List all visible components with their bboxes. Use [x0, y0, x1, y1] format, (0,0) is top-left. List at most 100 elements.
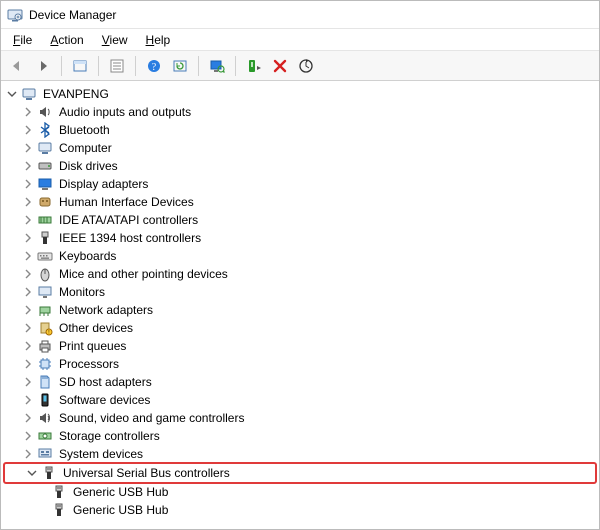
expander-icon[interactable]: [21, 159, 35, 173]
sd-icon: [37, 374, 53, 390]
tree-category-label: Sound, video and game controllers: [57, 409, 246, 427]
tree-category-label: IEEE 1394 host controllers: [57, 229, 203, 247]
expander-icon[interactable]: [21, 105, 35, 119]
tree-category-row[interactable]: Storage controllers: [3, 427, 597, 445]
menu-help[interactable]: Help: [138, 31, 179, 49]
expander-icon[interactable]: [21, 429, 35, 443]
expander-icon[interactable]: [21, 339, 35, 353]
tree-category: SD host adapters: [3, 373, 597, 391]
expander-icon[interactable]: [21, 195, 35, 209]
tree-category-label: SD host adapters: [57, 373, 154, 391]
tree-category-row[interactable]: Network adapters: [3, 301, 597, 319]
add-legacy-button[interactable]: [242, 54, 266, 78]
tree-category: Storage controllers: [3, 427, 597, 445]
menu-action-rest: ction: [58, 33, 83, 47]
expander-icon[interactable]: [21, 141, 35, 155]
expander-icon[interactable]: [21, 123, 35, 137]
update-driver-button[interactable]: [294, 54, 318, 78]
window-title: Device Manager: [29, 8, 116, 22]
tree-category-row[interactable]: Universal Serial Bus controllers: [7, 464, 593, 482]
properties-button[interactable]: [105, 54, 129, 78]
tree-category-row[interactable]: Software devices: [3, 391, 597, 409]
usb-icon: [51, 502, 67, 518]
svg-text:?: ?: [152, 62, 157, 73]
tree-category-label: Processors: [57, 355, 121, 373]
tree-category: IEEE 1394 host controllers: [3, 229, 597, 247]
tree-category: Audio inputs and outputs: [3, 103, 597, 121]
printer-icon: [37, 338, 53, 354]
menu-view[interactable]: View: [94, 31, 136, 49]
tree-category-label: Universal Serial Bus controllers: [61, 464, 232, 482]
hid-icon: [37, 194, 53, 210]
tree-category-label: Computer: [57, 139, 114, 157]
tree-device-label: Generic USB Hub: [71, 483, 170, 501]
tree-category-label: Human Interface Devices: [57, 193, 196, 211]
menu-file[interactable]: File: [5, 31, 40, 49]
uninstall-button[interactable]: [268, 54, 292, 78]
scan-hardware-button[interactable]: [205, 54, 229, 78]
usb-children: Generic USB HubGeneric USB Hub: [3, 483, 597, 519]
menu-action[interactable]: Action: [42, 31, 91, 49]
tree-device-row[interactable]: Generic USB Hub: [3, 501, 597, 519]
usb-icon: [51, 484, 67, 500]
expander-icon[interactable]: [21, 285, 35, 299]
tree-category-row[interactable]: Sound, video and game controllers: [3, 409, 597, 427]
forward-button[interactable]: [31, 54, 55, 78]
tree-category: Display adapters: [3, 175, 597, 193]
system-icon: [37, 446, 53, 462]
device-tree[interactable]: EVANPENG Audio inputs and outputsBluetoo…: [1, 81, 599, 529]
expander-icon[interactable]: [21, 357, 35, 371]
tree-device-row[interactable]: Generic USB Hub: [3, 483, 597, 501]
tree-category-row[interactable]: IEEE 1394 host controllers: [3, 229, 597, 247]
tree-root-row[interactable]: EVANPENG: [3, 85, 597, 103]
speaker-icon: [37, 104, 53, 120]
tree-category: Sound, video and game controllers: [3, 409, 597, 427]
tree-category-label: Print queues: [57, 337, 128, 355]
expander-icon[interactable]: [25, 466, 39, 480]
tree-category-label: Keyboards: [57, 247, 118, 265]
expander-icon[interactable]: [21, 249, 35, 263]
tree-category-row[interactable]: Bluetooth: [3, 121, 597, 139]
tree-category-row[interactable]: Audio inputs and outputs: [3, 103, 597, 121]
help-button[interactable]: ?: [142, 54, 166, 78]
tree-category-row[interactable]: Disk drives: [3, 157, 597, 175]
tree-category-row[interactable]: Monitors: [3, 283, 597, 301]
tree-category-row[interactable]: !Other devices: [3, 319, 597, 337]
expander-icon[interactable]: [21, 321, 35, 335]
tree-category-label: Mice and other pointing devices: [57, 265, 230, 283]
refresh-button[interactable]: [168, 54, 192, 78]
menu-file-rest: ile: [20, 33, 32, 47]
forward-arrow-icon: [35, 58, 51, 74]
tree-category-row[interactable]: Keyboards: [3, 247, 597, 265]
expander-icon[interactable]: [21, 393, 35, 407]
categories-container: Audio inputs and outputsBluetoothCompute…: [3, 103, 597, 463]
expander-icon[interactable]: [21, 411, 35, 425]
back-button[interactable]: [5, 54, 29, 78]
tree-category-label: Display adapters: [57, 175, 150, 193]
expander-icon[interactable]: [21, 267, 35, 281]
expander-icon[interactable]: [21, 231, 35, 245]
tree-category: Keyboards: [3, 247, 597, 265]
tree-category-row[interactable]: Computer: [3, 139, 597, 157]
tree-root-node: EVANPENG Audio inputs and outputsBluetoo…: [3, 85, 597, 519]
show-hidden-button[interactable]: [68, 54, 92, 78]
tree-category-row[interactable]: Mice and other pointing devices: [3, 265, 597, 283]
menu-help-rest: elp: [154, 33, 170, 47]
expander-icon[interactable]: [5, 87, 19, 101]
svg-text:!: !: [48, 330, 49, 336]
tree-category-row[interactable]: IDE ATA/ATAPI controllers: [3, 211, 597, 229]
tree-category-row[interactable]: Display adapters: [3, 175, 597, 193]
bluetooth-icon: [37, 122, 53, 138]
tree-category-row[interactable]: System devices: [3, 445, 597, 463]
tree-category-row[interactable]: SD host adapters: [3, 373, 597, 391]
expander-icon[interactable]: [21, 447, 35, 461]
expander-icon[interactable]: [21, 303, 35, 317]
tree-category-label: Audio inputs and outputs: [57, 103, 193, 121]
scan-hardware-icon: [209, 58, 225, 74]
expander-icon[interactable]: [21, 213, 35, 227]
expander-icon[interactable]: [21, 375, 35, 389]
tree-category-row[interactable]: Print queues: [3, 337, 597, 355]
tree-category-row[interactable]: Processors: [3, 355, 597, 373]
tree-category-row[interactable]: Human Interface Devices: [3, 193, 597, 211]
expander-icon[interactable]: [21, 177, 35, 191]
